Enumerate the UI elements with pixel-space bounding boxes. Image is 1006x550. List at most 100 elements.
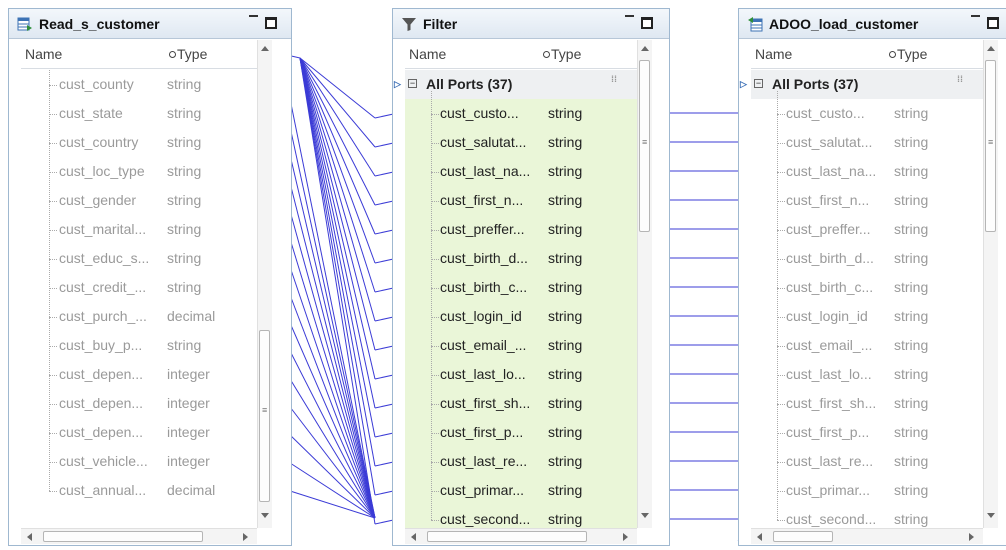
scroll-left-icon[interactable] <box>411 533 416 541</box>
target-port-row[interactable]: cust_login_id string <box>751 302 983 331</box>
scroll-up-icon[interactable] <box>641 46 649 51</box>
port-name: cust_marital... <box>59 221 147 237</box>
source-title: Read_s_customer <box>39 16 160 32</box>
filter-horizontal-scrollbar[interactable] <box>405 528 637 544</box>
name-column-header[interactable]: Name <box>25 40 62 68</box>
target-port-row[interactable]: cust_first_p... string <box>751 418 983 447</box>
collapse-box-icon[interactable]: − <box>408 79 417 88</box>
target-title-bar[interactable]: ADOO_load_customer <box>739 9 1006 39</box>
filter-port-row[interactable]: cust_primar... string <box>405 476 637 505</box>
expand-arrow-icon[interactable]: ▷ <box>394 70 401 99</box>
target-port-row[interactable]: cust_birth_d... string <box>751 244 983 273</box>
target-port-row[interactable]: cust_first_sh... string <box>751 389 983 418</box>
expand-arrow-icon[interactable]: ▷ <box>740 70 747 99</box>
tree-branch-line <box>431 520 439 521</box>
port-type: string <box>894 395 929 411</box>
source-transformation[interactable]: Read_s_customer Name Type cust_county str… <box>8 8 292 546</box>
source-scroll-thumb[interactable]: ≡ <box>259 330 270 502</box>
target-transformation[interactable]: ADOO_load_customer Name Type ▷ − All Por… <box>738 8 1006 546</box>
target-horizontal-scrollbar[interactable] <box>751 528 983 544</box>
target-port-row[interactable]: cust_email_... string <box>751 331 983 360</box>
target-port-row[interactable]: cust_first_n... string <box>751 186 983 215</box>
source-port-row[interactable]: cust_county string <box>21 70 257 99</box>
filter-port-row[interactable]: cust_preffer... string <box>405 215 637 244</box>
maximize-icon[interactable] <box>265 17 277 29</box>
filter-port-row[interactable]: cust_first_n... string <box>405 186 637 215</box>
filter-port-row[interactable]: cust_birth_c... string <box>405 273 637 302</box>
scroll-down-icon[interactable] <box>261 513 269 518</box>
filter-port-row[interactable]: cust_email_... string <box>405 331 637 360</box>
filter-vertical-scrollbar[interactable]: ≡ <box>637 40 652 528</box>
grip-icon: ≡ <box>262 405 268 415</box>
source-port-row[interactable]: cust_vehicle... integer <box>21 447 257 476</box>
maximize-icon[interactable] <box>987 17 999 29</box>
target-port-row[interactable]: cust_custo... string <box>751 99 983 128</box>
type-column-header[interactable]: Type <box>177 40 207 68</box>
collapse-box-icon[interactable]: − <box>754 79 763 88</box>
port-name: cust_last_re... <box>440 453 528 469</box>
source-port-row[interactable]: cust_educ_s... string <box>21 244 257 273</box>
source-title-bar[interactable]: Read_s_customer <box>9 9 291 39</box>
source-port-row[interactable]: cust_gender string <box>21 186 257 215</box>
filter-all-ports-group[interactable]: ▷ − All Ports (37) ⁞⁞ <box>394 70 637 99</box>
source-port-row[interactable]: cust_loc_type string <box>21 157 257 186</box>
target-hscroll-thumb[interactable] <box>773 531 833 542</box>
target-port-row[interactable]: cust_birth_c... string <box>751 273 983 302</box>
minimize-icon[interactable] <box>625 15 634 17</box>
name-column-header[interactable]: Name <box>409 40 446 68</box>
scroll-up-icon[interactable] <box>987 46 995 51</box>
scroll-right-icon[interactable] <box>623 533 628 541</box>
source-port-row[interactable]: cust_depen... integer <box>21 418 257 447</box>
target-port-row[interactable]: cust_preffer... string <box>751 215 983 244</box>
source-port-row[interactable]: cust_marital... string <box>21 215 257 244</box>
target-port-row[interactable]: cust_last_na... string <box>751 157 983 186</box>
scroll-right-icon[interactable] <box>243 533 248 541</box>
filter-port-row[interactable]: cust_first_p... string <box>405 418 637 447</box>
minimize-icon[interactable] <box>971 15 980 17</box>
source-column-header: Name Type <box>21 40 267 69</box>
port-name: cust_vehicle... <box>59 453 148 469</box>
source-port-row[interactable]: cust_depen... integer <box>21 389 257 418</box>
source-horizontal-scrollbar[interactable] <box>21 528 257 544</box>
type-column-header[interactable]: Type <box>897 40 927 68</box>
filter-title-bar[interactable]: Filter <box>393 9 669 39</box>
source-port-row[interactable]: cust_country string <box>21 128 257 157</box>
filter-port-row[interactable]: cust_first_sh... string <box>405 389 637 418</box>
target-port-row[interactable]: cust_salutat... string <box>751 128 983 157</box>
scroll-down-icon[interactable] <box>987 513 995 518</box>
target-port-row[interactable]: cust_last_lo... string <box>751 360 983 389</box>
source-port-row[interactable]: cust_state string <box>21 99 257 128</box>
target-port-row[interactable]: cust_primar... string <box>751 476 983 505</box>
type-column-header[interactable]: Type <box>551 40 581 68</box>
filter-port-row[interactable]: cust_salutat... string <box>405 128 637 157</box>
target-all-ports-group[interactable]: ▷ − All Ports (37) ⁞⁞ <box>740 70 983 99</box>
filter-port-row[interactable]: cust_last_na... string <box>405 157 637 186</box>
scroll-right-icon[interactable] <box>969 533 974 541</box>
scroll-left-icon[interactable] <box>27 533 32 541</box>
source-port-row[interactable]: cust_buy_p... string <box>21 331 257 360</box>
source-hscroll-thumb[interactable] <box>43 531 203 542</box>
filter-port-row[interactable]: cust_last_lo... string <box>405 360 637 389</box>
filter-port-row[interactable]: cust_birth_d... string <box>405 244 637 273</box>
minimize-icon[interactable] <box>249 15 258 17</box>
filter-scroll-thumb[interactable]: ≡ <box>639 60 650 232</box>
source-vertical-scrollbar[interactable]: ≡ <box>257 40 272 528</box>
filter-hscroll-thumb[interactable] <box>427 531 587 542</box>
source-port-row[interactable]: cust_purch_... decimal <box>21 302 257 331</box>
target-scroll-thumb[interactable]: ≡ <box>985 60 996 232</box>
filter-port-row[interactable]: cust_last_re... string <box>405 447 637 476</box>
name-column-header[interactable]: Name <box>755 40 792 68</box>
source-port-row[interactable]: cust_annual... decimal <box>21 476 257 505</box>
filter-transformation[interactable]: Filter Name Type ▷ − All Ports (37) ⁞⁞ c… <box>392 8 670 546</box>
target-port-row[interactable]: cust_last_re... string <box>751 447 983 476</box>
filter-port-row[interactable]: cust_login_id string <box>405 302 637 331</box>
scroll-left-icon[interactable] <box>757 533 762 541</box>
tree-branch-line <box>49 404 57 405</box>
filter-port-row[interactable]: cust_custo... string <box>405 99 637 128</box>
maximize-icon[interactable] <box>641 17 653 29</box>
scroll-up-icon[interactable] <box>261 46 269 51</box>
scroll-down-icon[interactable] <box>641 513 649 518</box>
source-port-row[interactable]: cust_credit_... string <box>21 273 257 302</box>
source-port-row[interactable]: cust_depen... integer <box>21 360 257 389</box>
target-vertical-scrollbar[interactable]: ≡ <box>983 40 998 528</box>
